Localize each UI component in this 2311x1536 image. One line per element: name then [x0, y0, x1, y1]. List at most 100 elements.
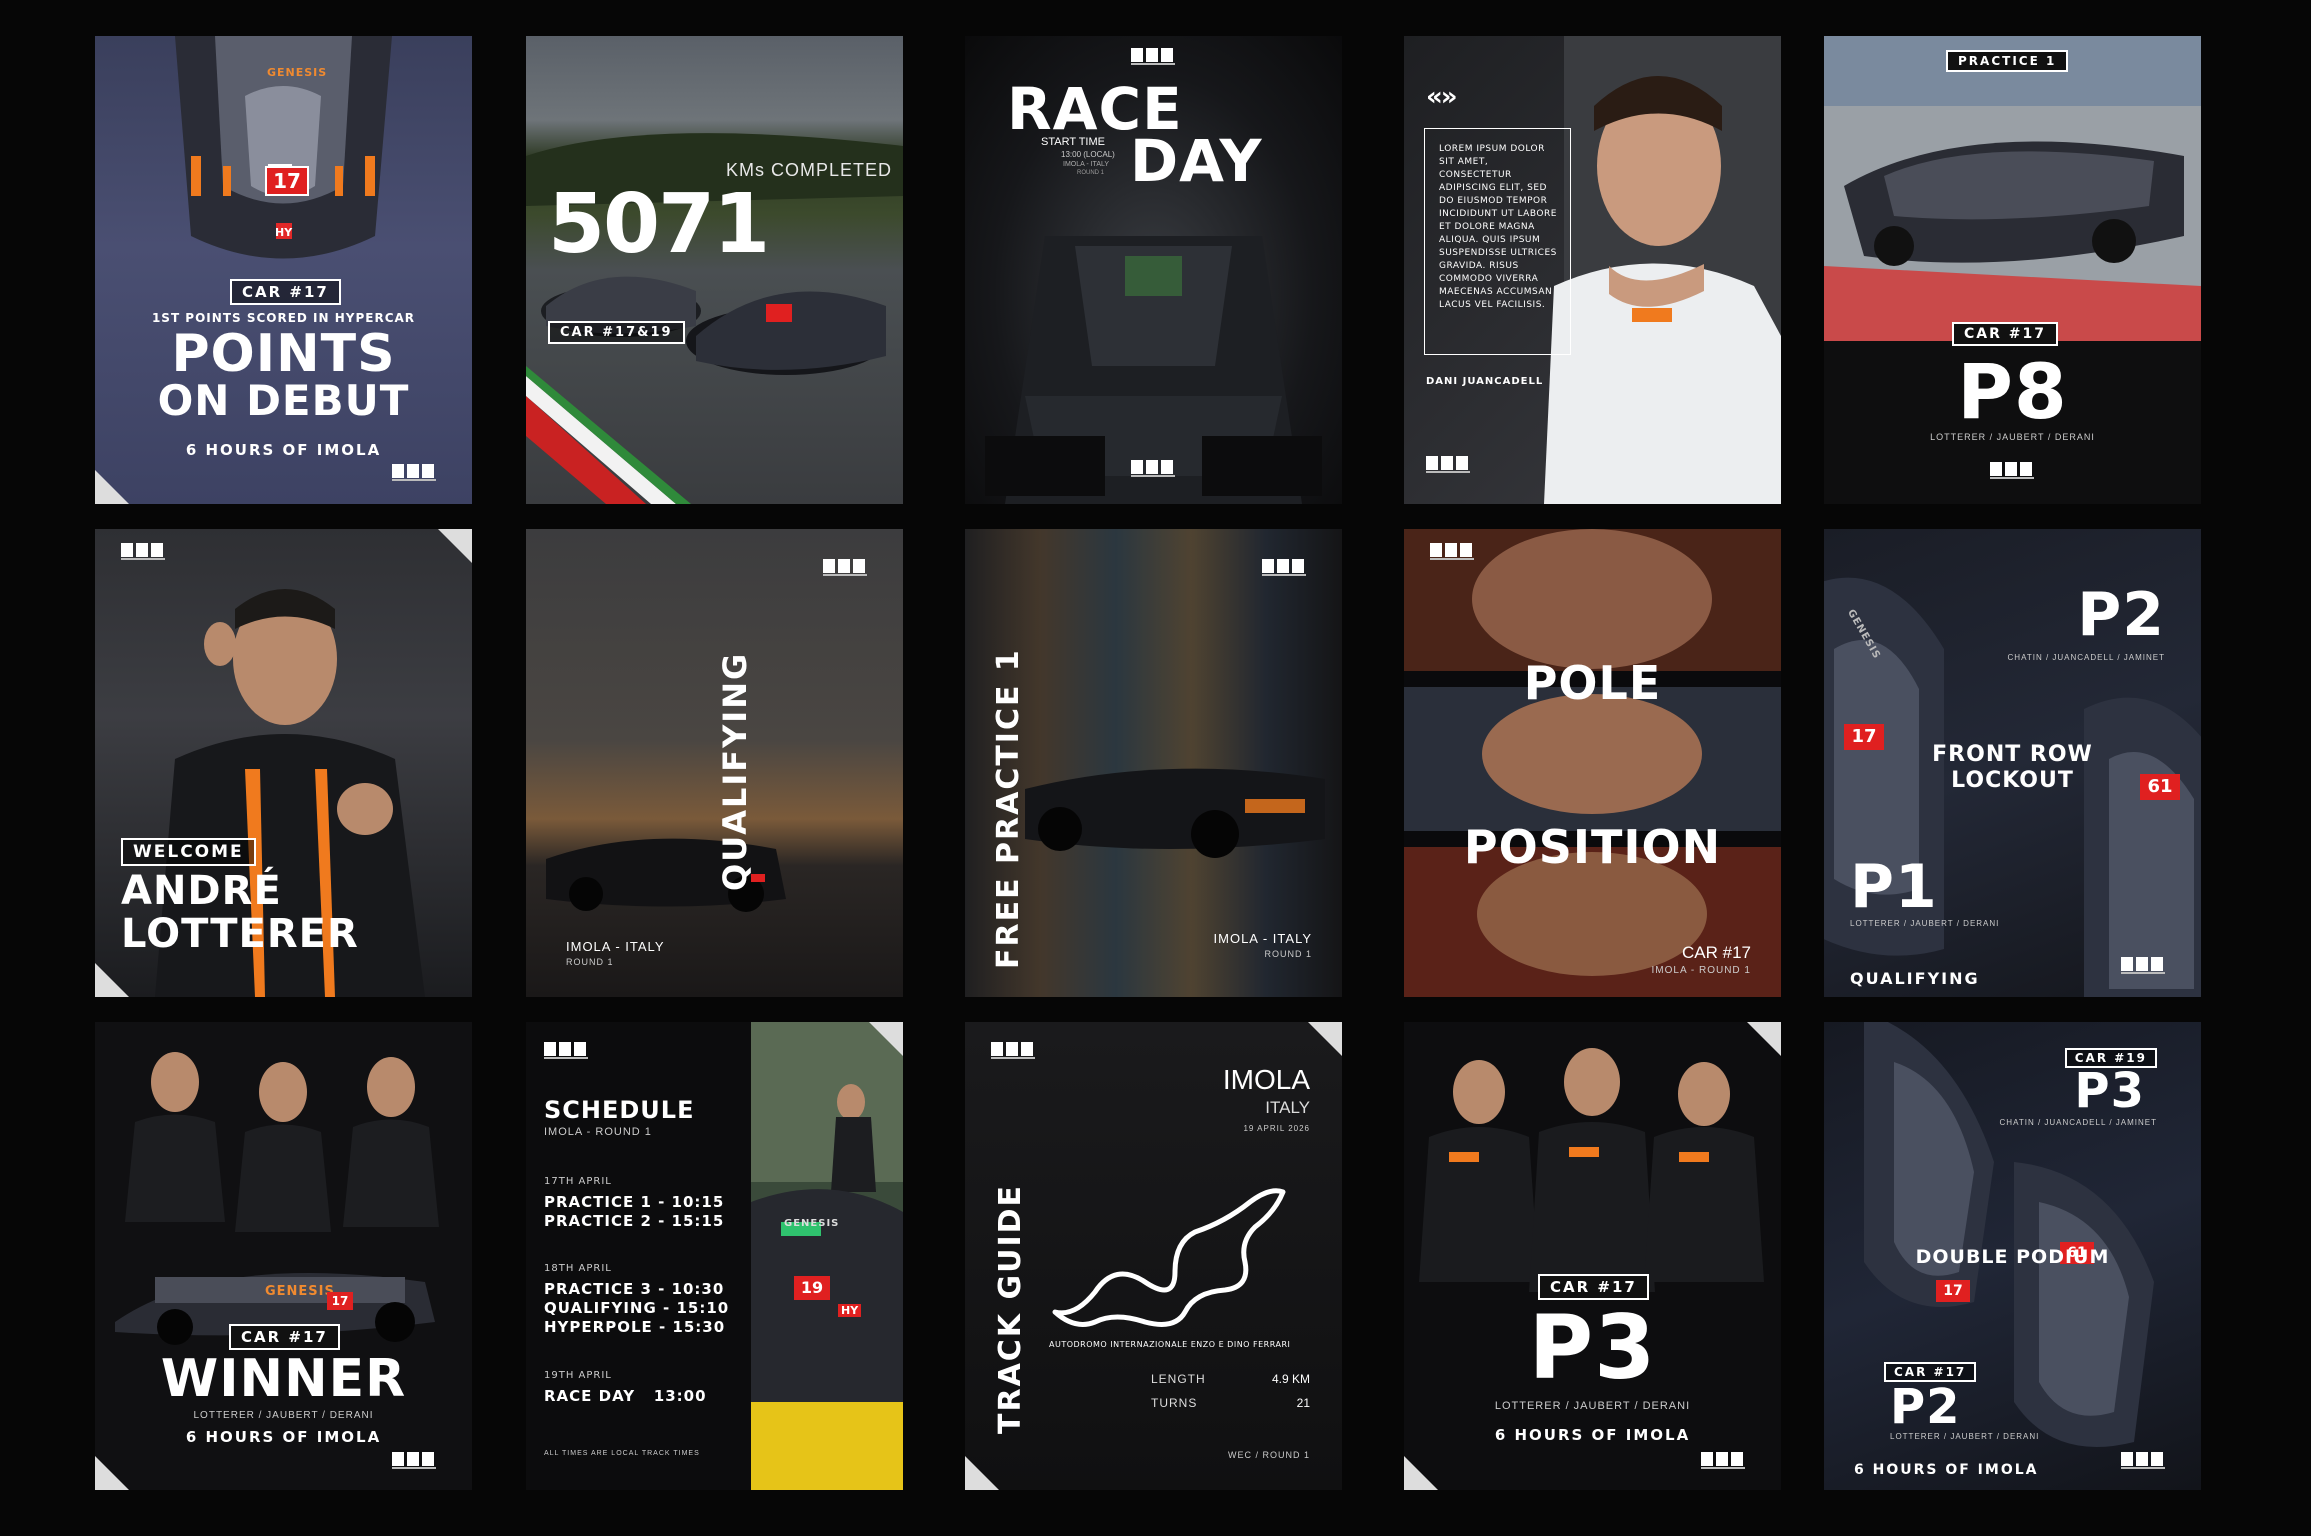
- car-number-a: 17: [1936, 1280, 1970, 1302]
- start-time: 13:00 (LOCAL): [1061, 150, 1115, 159]
- location-round: IMOLA - ROUND 1: [1651, 965, 1751, 976]
- team-logo: [121, 543, 165, 563]
- quote-box: LOREM IPSUM DOLOR SIT AMET, CONSECTETUR …: [1424, 128, 1571, 355]
- corner-accent: [95, 1456, 129, 1490]
- headline-line1: FRONT ROW: [1932, 742, 2093, 767]
- location: IMOLA - ITALY: [1063, 161, 1110, 168]
- car-tag: CAR #17&19: [548, 321, 685, 344]
- drivers: LOTTERER / JAUBERT / DERANI: [1930, 432, 2095, 442]
- card-points-on-debut[interactable]: GENESIS 17 HY CAR #17 1ST POINTS SCORED …: [95, 36, 472, 504]
- card-driver-quote[interactable]: «» LOREM IPSUM DOLOR SIT AMET, CONSECTET…: [1404, 36, 1781, 504]
- corner-accent: [869, 1022, 903, 1056]
- card-track-guide[interactable]: TRACK GUIDE IMOLA ITALY 19 APRIL 2026 AU…: [965, 1022, 1342, 1490]
- stat-value: 5071: [548, 177, 770, 272]
- position-top: P3: [2074, 1063, 2145, 1119]
- team-logo: [1701, 1452, 1745, 1472]
- card-schedule[interactable]: 19 GENESIS HY SCHEDULE IMOLA - ROUND 1 1…: [526, 1022, 903, 1490]
- day3-line1: RACE DAY 13:00: [544, 1387, 707, 1405]
- quote-body: LOREM IPSUM DOLOR SIT AMET, CONSECTETUR …: [1439, 144, 1557, 310]
- title: WINNER: [160, 1349, 407, 1409]
- day3-date: 19TH APRIL: [544, 1370, 612, 1381]
- drivers: LOTTERER / JAUBERT / DERANI: [193, 1410, 374, 1421]
- city: IMOLA: [1222, 1064, 1310, 1095]
- track-map-icon: [1052, 1188, 1286, 1327]
- hood-logo-text: GENESIS: [267, 66, 328, 79]
- location: IMOLA - ITALY: [566, 939, 665, 954]
- team-logo: [823, 559, 867, 579]
- circuit-name: AUTODROMO INTERNAZIONALE ENZO E DINO FER…: [1049, 1340, 1291, 1349]
- drivers-top: CHATIN / JUANCADELL / JAMINET: [2007, 653, 2165, 662]
- card-pole-position[interactable]: POLE POSITION CAR #17 IMOLA - ROUND 1: [1404, 529, 1781, 997]
- card-p3-result[interactable]: CAR #17 P3 LOTTERER / JAUBERT / DERANI 6…: [1404, 1022, 1781, 1490]
- hy-badge: HY: [275, 226, 293, 239]
- position: P8: [1957, 347, 2068, 436]
- name-line1: ANDRÉ: [121, 868, 282, 914]
- card-front-row-lockout[interactable]: 17 61 GENESIS P2 CHATIN / JUANCADELL / J…: [1824, 529, 2201, 997]
- car-number-plate: 17: [327, 1292, 353, 1310]
- car-tag: CAR #17: [230, 279, 341, 305]
- drivers-bottom: LOTTERER / JAUBERT / DERANI: [1850, 919, 2000, 928]
- team-logo: [2121, 957, 2165, 977]
- car-tag: CAR #17: [229, 1324, 340, 1350]
- position: P3: [1528, 1296, 1657, 1399]
- card-race-day[interactable]: RACE DAY START TIME 13:00 (LOCAL) IMOLA …: [965, 36, 1342, 504]
- drivers: LOTTERER / JAUBERT / DERANI: [1494, 1400, 1691, 1412]
- title-line2: DAY: [1130, 127, 1263, 195]
- schedule-subtitle: IMOLA - ROUND 1: [544, 1126, 652, 1138]
- team-logo: [1426, 456, 1470, 476]
- card-welcome-driver[interactable]: WELCOME ANDRÉ LOTTERER: [95, 529, 472, 997]
- start-label: START TIME: [1041, 136, 1105, 148]
- card-double-podium[interactable]: 17 61 CAR #19 P3 CHATIN / JUANCADELL / J…: [1824, 1022, 2201, 1490]
- team-logo: [991, 1042, 1035, 1062]
- event-name: 6 HOURS OF IMOLA: [1854, 1462, 2039, 1478]
- country: ITALY: [1265, 1098, 1310, 1117]
- corner-accent-top: [1747, 1022, 1781, 1056]
- drivers-bottom: LOTTERER / JAUBERT / DERANI: [1890, 1432, 2040, 1441]
- session-label: QUALIFYING: [1850, 969, 1980, 988]
- title-line2: ON DEBUT: [157, 376, 410, 425]
- corner-accent: [95, 470, 129, 504]
- pitlane-car-image: [751, 1022, 903, 1490]
- card-free-practice[interactable]: FREE PRACTICE 1 IMOLA - ITALY ROUND 1: [965, 529, 1342, 997]
- title-line1: POINTS: [171, 324, 396, 384]
- car-number-plate: 19: [794, 1276, 830, 1300]
- vertical-title: FREE PRACTICE 1: [991, 648, 1026, 969]
- session-tag: PRACTICE 1: [1946, 50, 2069, 72]
- headline-line2: LOCKOUT: [1951, 768, 2074, 793]
- card-kms-completed[interactable]: KMs COMPLETED 5071 CAR #17&19: [526, 36, 903, 504]
- round: ROUND 1: [1077, 170, 1105, 176]
- corner-accent-bottom: [1404, 1456, 1438, 1490]
- driver-name: DANI JUANCADELL: [1426, 376, 1544, 387]
- team-logo: [1430, 543, 1474, 563]
- day2-line1: PRACTICE 3 - 10:30: [544, 1280, 725, 1298]
- card-winner[interactable]: GENESIS 17 CAR #17 WINNER LOTTERER / JAU…: [95, 1022, 472, 1490]
- hy-badge: HY: [838, 1304, 862, 1317]
- team-logo: [392, 464, 436, 484]
- card-qualifying[interactable]: QUALIFYING IMOLA - ITALY ROUND 1: [526, 529, 903, 997]
- team-logo: [1262, 559, 1306, 579]
- turns-value: 21: [1296, 1396, 1310, 1410]
- team-logo: [392, 1452, 436, 1472]
- round-footer: WEC / ROUND 1: [1227, 1450, 1310, 1460]
- hood-logo-text: GENESIS: [265, 1284, 335, 1299]
- day1-line1: PRACTICE 1 - 10:15: [544, 1193, 725, 1211]
- vertical-title: TRACK GUIDE: [993, 1183, 1028, 1434]
- headline: DOUBLE PODIUM: [1915, 1246, 2110, 1268]
- car-track-image: [1824, 36, 2201, 341]
- length-label: LENGTH: [1151, 1372, 1206, 1386]
- corner-accent-bottom: [965, 1456, 999, 1490]
- welcome-tag: WELCOME: [121, 838, 256, 866]
- length-value: 4.9 KM: [1271, 1372, 1310, 1386]
- team-logo-bottom: [1131, 460, 1175, 480]
- day2-line3: HYPERPOLE - 15:30: [544, 1318, 726, 1336]
- card-practice1-p8[interactable]: PRACTICE 1 CAR #17 P8 LOTTERER / JAUBERT…: [1824, 36, 2201, 504]
- car-tag: CAR #17: [1952, 322, 2058, 346]
- corner-accent-top: [438, 529, 472, 563]
- round: ROUND 1: [566, 957, 614, 967]
- day2-line2: QUALIFYING - 15:10: [544, 1299, 730, 1317]
- event-name: 6 HOURS OF IMOLA: [185, 441, 382, 459]
- event-date: 19 APRIL 2026: [1243, 1124, 1310, 1133]
- turns-label: TURNS: [1151, 1396, 1198, 1410]
- event-name: 6 HOURS OF IMOLA: [1494, 1426, 1691, 1444]
- drivers-group-image: [1419, 1048, 1764, 1292]
